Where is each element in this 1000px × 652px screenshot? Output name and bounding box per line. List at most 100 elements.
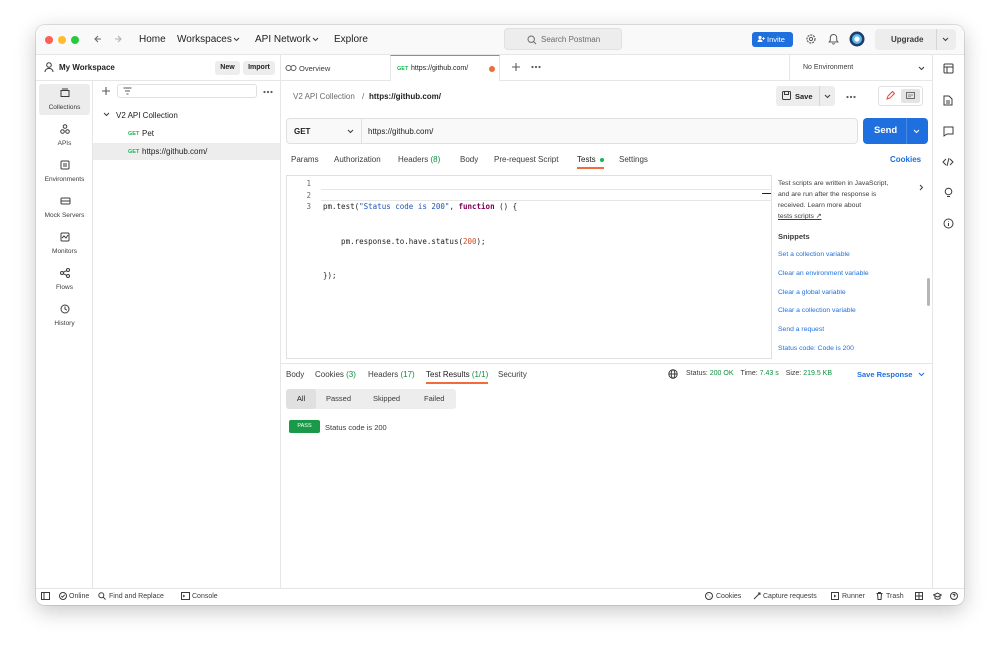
filter-passed[interactable]: Passed xyxy=(326,389,351,409)
snippet-link[interactable]: Clear a collection variable xyxy=(778,307,856,314)
tab-headers[interactable]: Headers (8) xyxy=(398,155,440,164)
snippet-link[interactable]: Send a request xyxy=(778,326,824,333)
online-status[interactable]: Online xyxy=(69,593,89,600)
snippet-link[interactable]: Status code: Code is 200 xyxy=(778,345,854,352)
tab-settings[interactable]: Settings xyxy=(619,155,648,164)
layout-grid-icon[interactable] xyxy=(915,592,923,600)
notifications-bell-icon[interactable] xyxy=(828,33,839,45)
collection-row[interactable]: V2 API Collection xyxy=(93,107,280,124)
nav-workspaces[interactable]: Workspaces xyxy=(177,34,232,45)
snippet-link[interactable]: Clear a global variable xyxy=(778,289,846,296)
add-collection-plus-icon[interactable] xyxy=(101,86,111,96)
user-avatar[interactable] xyxy=(849,31,865,47)
tab-request-github[interactable]: GET https://github.com/ xyxy=(390,55,500,81)
close-window-button[interactable] xyxy=(45,36,53,44)
bootcamp-icon[interactable] xyxy=(933,592,942,600)
method-select[interactable]: GET xyxy=(294,127,310,136)
request-row-pet[interactable]: GET Pet xyxy=(93,125,280,142)
nav-api-network[interactable]: API Network xyxy=(255,34,311,45)
forward-arrow-icon[interactable] xyxy=(113,34,123,44)
settings-gear-icon[interactable] xyxy=(805,33,817,45)
nav-explore[interactable]: Explore xyxy=(334,34,368,45)
workspace-name[interactable]: My Workspace xyxy=(59,63,115,72)
response-tab-headers[interactable]: Headers (17) xyxy=(368,370,415,379)
rail-history[interactable]: History xyxy=(39,300,90,331)
related-lightbulb-icon[interactable] xyxy=(943,187,954,198)
find-and-replace-button[interactable]: Find and Replace xyxy=(109,593,164,600)
tab-overview[interactable]: Overview xyxy=(299,64,330,73)
help-icon[interactable] xyxy=(950,592,958,600)
cookies-link[interactable]: Cookies xyxy=(890,155,921,164)
new-tab-plus-icon[interactable] xyxy=(511,62,521,72)
save-chevron-down-icon[interactable] xyxy=(824,94,831,99)
documentation-icon[interactable] xyxy=(943,63,954,74)
filter-skipped[interactable]: Skipped xyxy=(373,389,400,409)
save-response-button[interactable]: Save Response xyxy=(857,370,912,379)
tab-tests[interactable]: Tests xyxy=(577,155,604,164)
snippet-link[interactable]: Set a collection variable xyxy=(778,251,850,258)
snippet-link[interactable]: Clear an environment variable xyxy=(778,270,869,277)
console-button[interactable]: Console xyxy=(192,593,218,600)
tab-prerequest-script[interactable]: Pre-request Script xyxy=(494,155,558,164)
status-value[interactable]: 200 OK xyxy=(710,370,734,377)
response-tab-security[interactable]: Security xyxy=(498,370,527,379)
response-tab-cookies[interactable]: Cookies (3) xyxy=(315,370,356,379)
code-snippet-icon[interactable] xyxy=(942,157,954,167)
search-bar[interactable]: Search Postman xyxy=(504,28,622,50)
import-button[interactable]: Import xyxy=(243,61,275,75)
rail-apis[interactable]: APIs xyxy=(39,120,90,151)
rail-monitors[interactable]: Monitors xyxy=(39,228,90,259)
tab-body[interactable]: Body xyxy=(460,155,478,164)
trash-button[interactable]: Trash xyxy=(886,593,904,600)
tests-scripts-link[interactable]: tests scripts ↗ xyxy=(778,211,888,222)
response-tab-test-results[interactable]: Test Results (1/1) xyxy=(426,370,488,379)
info-doc-icon[interactable] xyxy=(943,95,953,106)
doc-mode-button[interactable] xyxy=(901,89,920,103)
rail-collections[interactable]: Collections xyxy=(39,84,90,115)
request-row-github[interactable]: GET https://github.com/ xyxy=(93,143,280,160)
script-editor[interactable]: 1 2 3 pm.test("Status code is 200", func… xyxy=(286,175,772,359)
snippets-scrollbar[interactable] xyxy=(927,278,930,306)
nav-home[interactable]: Home xyxy=(139,34,166,45)
capture-requests-button[interactable]: Capture requests xyxy=(763,593,817,600)
collapse-help-chevron-right-icon[interactable] xyxy=(919,184,924,191)
environment-select[interactable]: No Environment xyxy=(803,64,853,71)
minimize-window-button[interactable] xyxy=(58,36,66,44)
upgrade-button[interactable]: Upgrade xyxy=(875,29,956,50)
breadcrumb-parent[interactable]: V2 API Collection xyxy=(293,92,355,101)
tab-authorization[interactable]: Authorization xyxy=(334,155,381,164)
mode-toggle[interactable] xyxy=(878,86,923,106)
save-button[interactable]: Save xyxy=(776,86,835,106)
response-tab-body[interactable]: Body xyxy=(286,370,304,379)
rail-environments[interactable]: Environments xyxy=(39,156,90,187)
new-button[interactable]: New xyxy=(215,61,240,75)
toggle-sidebar-icon[interactable] xyxy=(41,592,50,600)
comments-icon[interactable] xyxy=(943,126,954,137)
send-button[interactable]: Send xyxy=(863,118,928,144)
filter-all[interactable]: All xyxy=(286,389,316,409)
invite-button[interactable]: Invite xyxy=(752,32,793,47)
runner-button[interactable]: Runner xyxy=(842,593,865,600)
rail-mock-servers[interactable]: Mock Servers xyxy=(39,192,90,223)
back-arrow-icon[interactable] xyxy=(93,34,103,44)
pane-resize-handle[interactable] xyxy=(762,193,771,194)
tab-params[interactable]: Params xyxy=(291,155,319,164)
info-circle-icon[interactable] xyxy=(943,218,954,229)
zoom-window-button[interactable] xyxy=(71,36,79,44)
filter-input[interactable] xyxy=(117,84,257,98)
time-value[interactable]: 7.43 s xyxy=(760,370,779,377)
request-more-icon[interactable] xyxy=(846,95,856,99)
edit-mode-button[interactable] xyxy=(881,89,900,103)
send-chevron-down-icon[interactable] xyxy=(913,129,920,134)
method-chevron-down-icon[interactable] xyxy=(347,129,354,134)
sidebar-more-icon[interactable] xyxy=(263,90,273,94)
save-response-chevron-down-icon[interactable] xyxy=(918,372,925,377)
tabs-more-icon[interactable] xyxy=(531,65,541,69)
size-value[interactable]: 219.5 KB xyxy=(803,370,832,377)
filter-failed[interactable]: Failed xyxy=(424,389,444,409)
cookies-button[interactable]: Cookies xyxy=(716,593,741,600)
globe-icon[interactable] xyxy=(668,369,678,379)
environment-chevron-down-icon[interactable] xyxy=(918,66,925,71)
url-input[interactable]: https://github.com/ xyxy=(368,127,433,136)
upgrade-chevron-down-icon[interactable] xyxy=(942,37,949,42)
